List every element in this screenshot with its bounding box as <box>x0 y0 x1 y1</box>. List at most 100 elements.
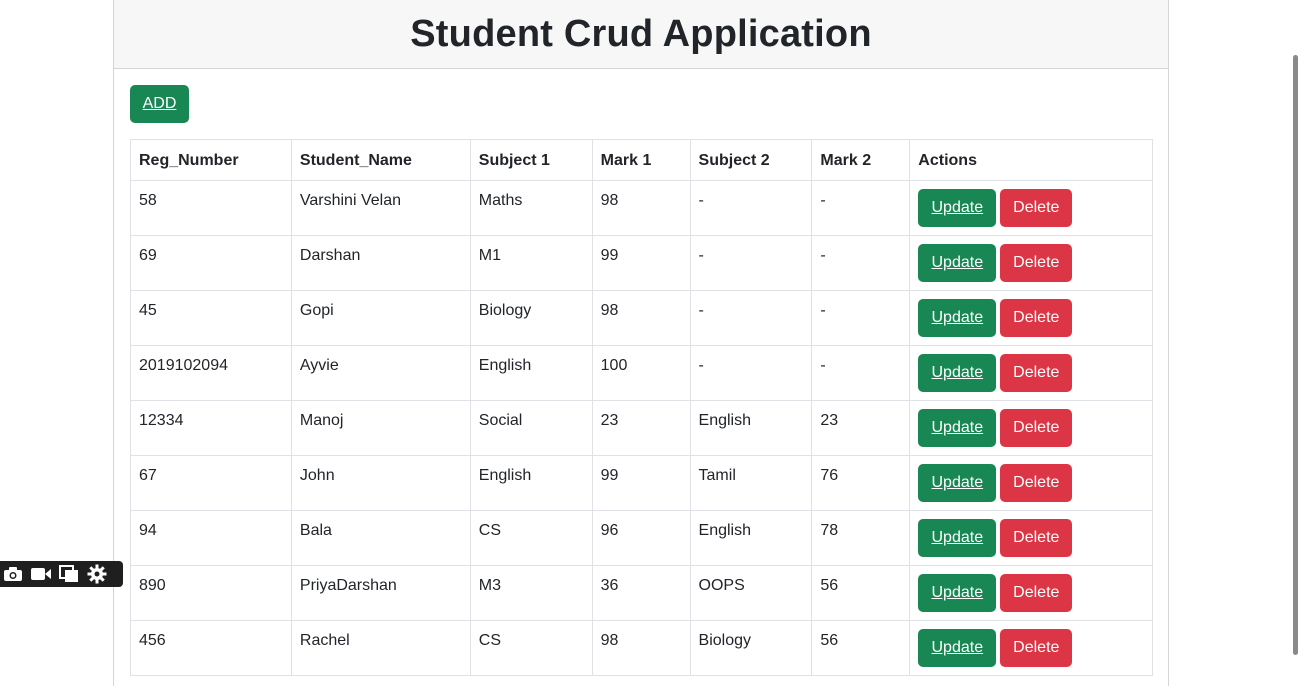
update-button[interactable]: Update <box>918 354 997 392</box>
add-button[interactable]: ADD <box>130 85 189 123</box>
cell-reg-number: 45 <box>130 290 292 346</box>
cell-mark-1: 98 <box>591 620 691 676</box>
cell-subject-1: Maths <box>469 180 593 236</box>
cell-actions: Update Delete <box>909 180 1153 236</box>
cell-subject-2: English <box>689 510 813 566</box>
cell-mark-1: 23 <box>591 400 691 456</box>
cell-subject-2: - <box>689 345 813 401</box>
delete-button[interactable]: Delete <box>1000 409 1073 447</box>
cell-mark-2: - <box>811 235 911 291</box>
update-button[interactable]: Update <box>918 519 997 557</box>
column-header-mark-1: Mark 1 <box>591 139 691 181</box>
cell-reg-number: 69 <box>130 235 292 291</box>
cell-subject-2: Biology <box>689 620 813 676</box>
cell-mark-1: 99 <box>591 455 691 511</box>
scrollbar-track[interactable] <box>1292 0 1298 686</box>
table-row: 45 Gopi Biology 98- - Update Delete <box>130 290 1153 346</box>
table-row: 69 Darshan M1 99- - Update Delete <box>130 235 1153 291</box>
cell-reg-number: 456 <box>130 620 292 676</box>
cell-mark-1: 98 <box>591 290 691 346</box>
cell-student-name: Varshini Velan <box>290 180 471 236</box>
table-header-row: Reg_Number Student_Name Subject 1 Mark 1… <box>130 139 1153 181</box>
cell-subject-1: English <box>469 455 593 511</box>
update-button[interactable]: Update <box>918 244 997 282</box>
column-header-student-name: Student_Name <box>290 139 471 181</box>
delete-button[interactable]: Delete <box>1000 629 1073 667</box>
table-row: 94 Bala CS 96 English 78 Update Delete <box>130 510 1153 566</box>
table-row: 890 PriyaDarshan M3 36 OOPS 56 Update Delete <box>130 565 1153 621</box>
cell-student-name: Rachel <box>290 620 471 676</box>
update-button[interactable]: Update <box>918 574 997 612</box>
delete-button[interactable]: Delete <box>1000 464 1073 502</box>
cell-reg-number: 12334 <box>130 400 292 456</box>
gear-icon[interactable] <box>86 564 108 584</box>
cell-mark-2: 76 <box>811 455 911 511</box>
column-header-mark-2: Mark 2 <box>811 139 911 181</box>
cell-subject-2: - <box>689 180 813 236</box>
cell-mark-2: - <box>811 345 911 401</box>
table-row: 2019102094 Ayvie English 100- - Update Delete <box>130 345 1153 401</box>
delete-button[interactable]: Delete <box>1000 189 1073 227</box>
cell-mark-1: 99 <box>591 235 691 291</box>
cell-subject-2: Tamil <box>689 455 813 511</box>
update-button[interactable]: Update <box>918 464 997 502</box>
page: Student Crud Application ADD Reg_Number … <box>0 0 1298 686</box>
delete-button[interactable]: Delete <box>1000 354 1073 392</box>
cell-actions: Update Delete <box>909 345 1153 401</box>
cell-subject-2: - <box>689 235 813 291</box>
cell-student-name: PriyaDarshan <box>290 565 471 621</box>
cell-subject-2: - <box>689 290 813 346</box>
cell-student-name: John <box>290 455 471 511</box>
cell-mark-1: 36 <box>591 565 691 621</box>
card-header: Student Crud Application <box>114 0 1168 69</box>
cell-reg-number: 58 <box>130 180 292 236</box>
update-button[interactable]: Update <box>918 189 997 227</box>
delete-button[interactable]: Delete <box>1000 519 1073 557</box>
cell-mark-2: 56 <box>811 565 911 621</box>
delete-button[interactable]: Delete <box>1000 299 1073 337</box>
table-body: 58 Varshini Velan Maths 98- - Update Delete 69 D… <box>130 180 1153 676</box>
cell-mark-2: 78 <box>811 510 911 566</box>
update-button[interactable]: Update <box>918 409 997 447</box>
cell-student-name: Bala <box>290 510 471 566</box>
table-row: 456 Rachel CS 98 Biology 56 Update Delete <box>130 620 1153 676</box>
cell-mark-2: - <box>811 290 911 346</box>
delete-button[interactable]: Delete <box>1000 244 1073 282</box>
cell-reg-number: 67 <box>130 455 292 511</box>
column-header-actions: Actions <box>909 139 1153 181</box>
cell-student-name: Ayvie <box>290 345 471 401</box>
cell-subject-1: M3 <box>469 565 593 621</box>
column-header-reg-number: Reg_Number <box>130 139 292 181</box>
cell-subject-2: OOPS <box>689 565 813 621</box>
cell-student-name: Gopi <box>290 290 471 346</box>
cell-mark-1: 100 <box>591 345 691 401</box>
cell-subject-1: Social <box>469 400 593 456</box>
video-camera-icon[interactable] <box>30 565 52 583</box>
cell-actions: Update Delete <box>909 235 1153 291</box>
update-button[interactable]: Update <box>918 629 997 667</box>
cell-subject-1: M1 <box>469 235 593 291</box>
scrollbar-thumb[interactable] <box>1293 55 1298 655</box>
cell-actions: Update Delete <box>909 620 1153 676</box>
delete-button[interactable]: Delete <box>1000 574 1073 612</box>
students-table: Reg_Number Student_Name Subject 1 Mark 1… <box>130 139 1153 676</box>
cell-student-name: Darshan <box>290 235 471 291</box>
cell-actions: Update Delete <box>909 565 1153 621</box>
cell-mark-1: 98 <box>591 180 691 236</box>
main-card: Student Crud Application ADD Reg_Number … <box>113 0 1169 686</box>
page-title: Student Crud Application <box>410 12 872 55</box>
cell-reg-number: 2019102094 <box>130 345 292 401</box>
cell-mark-2: - <box>811 180 911 236</box>
cell-mark-2: 23 <box>811 400 911 456</box>
column-header-subject-2: Subject 2 <box>689 139 813 181</box>
cell-subject-1: CS <box>469 510 593 566</box>
cell-mark-2: 56 <box>811 620 911 676</box>
cell-subject-1: Biology <box>469 290 593 346</box>
cell-subject-1: English <box>469 345 593 401</box>
cell-actions: Update Delete <box>909 400 1153 456</box>
cell-actions: Update Delete <box>909 290 1153 346</box>
column-header-subject-1: Subject 1 <box>469 139 593 181</box>
camera-icon[interactable] <box>2 565 24 583</box>
update-button[interactable]: Update <box>918 299 997 337</box>
copy-windows-icon[interactable] <box>58 565 80 583</box>
